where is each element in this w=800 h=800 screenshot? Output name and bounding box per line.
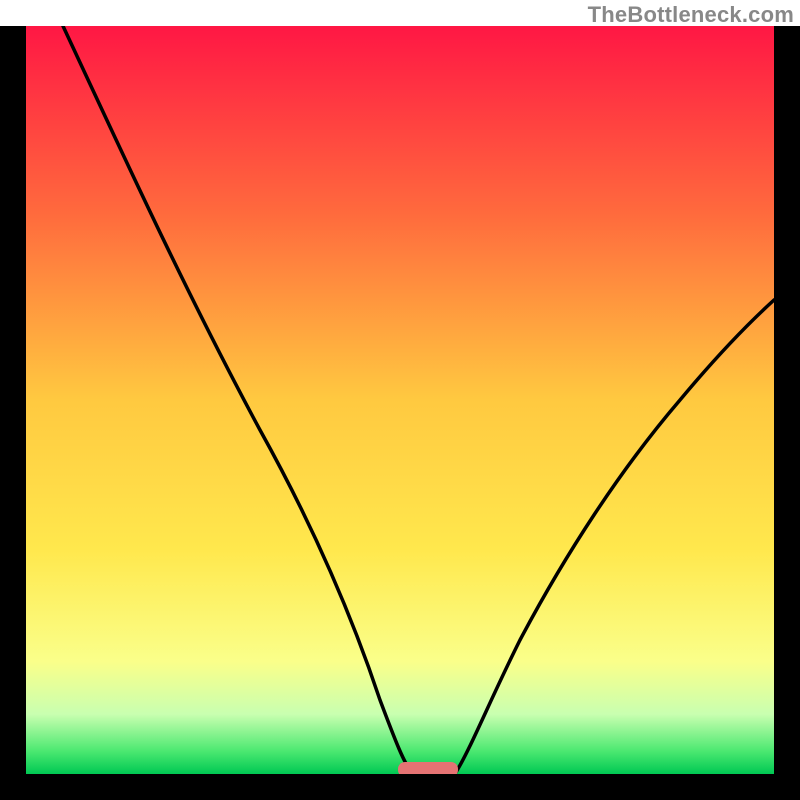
frame-right: [774, 0, 800, 800]
chart-stage: TheBottleneck.com: [0, 0, 800, 800]
frame-left: [0, 0, 26, 800]
frame-bottom: [0, 774, 800, 800]
plot-area: [26, 26, 774, 774]
bottleneck-chart: [0, 0, 800, 800]
gradient-background: [26, 26, 774, 774]
watermark-text: TheBottleneck.com: [588, 2, 794, 28]
